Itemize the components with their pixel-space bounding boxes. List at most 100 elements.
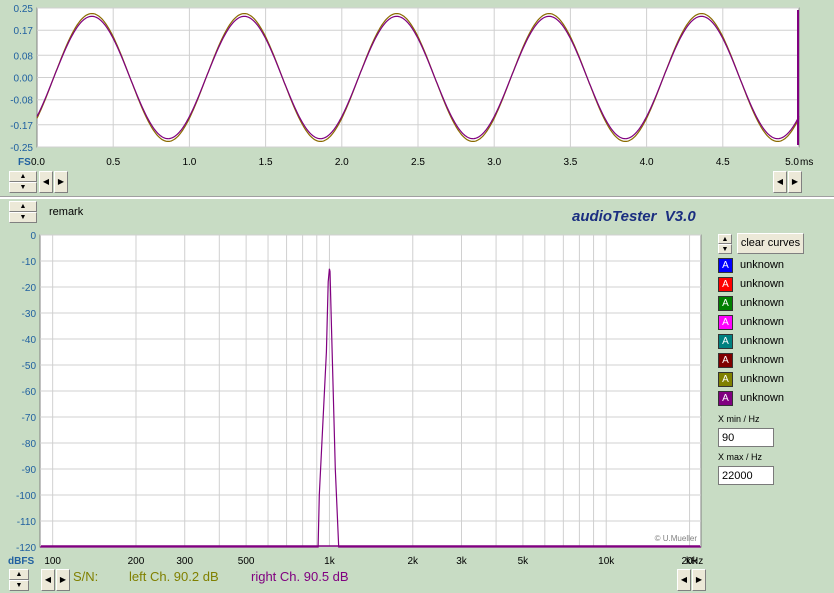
curves-down-button[interactable]: ▼ bbox=[718, 244, 732, 254]
time-y-tick: -0.08 bbox=[10, 96, 33, 107]
frequency-plot: 0 -10 -20 -30 -40 -50 -60 -70 -80 -90 -100 -110 -120… bbox=[8, 231, 703, 567]
freq-y-tick: -50 bbox=[22, 361, 37, 372]
legend-item[interactable]: Aunknown bbox=[718, 294, 784, 312]
curve-color-icon[interactable]: A bbox=[718, 314, 733, 330]
freq-x-tick: 2k bbox=[407, 556, 419, 567]
legend-label: unknown bbox=[740, 278, 785, 290]
freq-y-tick: -120 bbox=[16, 543, 36, 554]
sn-left-channel: left Ch. 90.2 dB bbox=[129, 569, 219, 584]
legend-label: unknown bbox=[740, 373, 785, 385]
freq-x-tick: 200 bbox=[128, 556, 145, 567]
remark-down-button[interactable]: ▼ bbox=[9, 212, 37, 223]
freq-unit-label: kHz bbox=[686, 556, 703, 567]
time-scale-spinner[interactable]: ▲ ▼ bbox=[9, 171, 37, 193]
time-scale-up-button[interactable]: ▲ bbox=[9, 171, 37, 182]
time-scale-down-button[interactable]: ▼ bbox=[9, 182, 37, 193]
freq-y-tick: -110 bbox=[17, 517, 37, 528]
time-end-left-button[interactable]: ◀ bbox=[773, 171, 787, 193]
time-y-tick: 0.00 bbox=[14, 74, 34, 85]
freq-y-tick: 0 bbox=[30, 231, 36, 242]
curve-color-icon[interactable]: A bbox=[718, 257, 733, 273]
freq-y-tick: -70 bbox=[22, 413, 37, 424]
legend-label: unknown bbox=[740, 259, 785, 271]
freq-y-tick: -100 bbox=[16, 491, 36, 502]
time-y-ticks: 0.25 0.17 0.08 0.00 -0.08 -0.17 -0.25 bbox=[10, 4, 33, 154]
time-y-tick: 0.08 bbox=[14, 51, 34, 62]
freq-x-tick: 3k bbox=[456, 556, 468, 567]
curves-spinner[interactable]: ▲ ▼ bbox=[718, 234, 732, 254]
legend-item[interactable]: Aunknown bbox=[718, 351, 784, 369]
time-x-tick: 2.0 bbox=[335, 157, 349, 168]
freq-y-tick: -10 bbox=[22, 257, 37, 268]
x-max-label: X max / Hz bbox=[718, 452, 763, 462]
time-x-tick: 3.5 bbox=[563, 157, 577, 168]
freq-x-tick: 10k bbox=[598, 556, 615, 567]
freq-scroll-right-button[interactable]: ▶ bbox=[56, 569, 70, 591]
remark-label: remark bbox=[49, 206, 84, 218]
time-scroll-left-button[interactable]: ◀ bbox=[39, 171, 53, 193]
freq-end-left-button[interactable]: ◀ bbox=[677, 569, 691, 591]
curve-color-icon[interactable]: A bbox=[718, 352, 733, 368]
time-y-tick: 0.17 bbox=[14, 26, 34, 37]
freq-y-tick: -40 bbox=[22, 335, 37, 346]
section-divider bbox=[0, 196, 834, 199]
curve-color-icon[interactable]: A bbox=[718, 333, 733, 349]
time-x-tick: 2.5 bbox=[411, 157, 425, 168]
time-end-right-button[interactable]: ▶ bbox=[788, 171, 802, 193]
time-x-tick: 4.0 bbox=[640, 157, 654, 168]
x-min-input[interactable] bbox=[718, 428, 774, 447]
legend-item[interactable]: Aunknown bbox=[718, 332, 784, 350]
freq-y-ticks: 0 -10 -20 -30 -40 -50 -60 -70 -80 -90 -100 -110 -120 bbox=[16, 231, 36, 554]
dbfs-label: dBFS bbox=[8, 556, 34, 567]
freq-y-tick: -60 bbox=[22, 387, 37, 398]
legend-label: unknown bbox=[740, 297, 785, 309]
remark-spinner[interactable]: ▲ ▼ bbox=[9, 201, 37, 223]
time-y-tick: -0.25 bbox=[10, 143, 33, 154]
freq-x-tick: 300 bbox=[176, 556, 193, 567]
time-plot: 0.25 0.17 0.08 0.00 -0.08 -0.17 -0.25 0.0 0.5 1.… bbox=[10, 4, 813, 168]
freq-scale-down-button[interactable]: ▼ bbox=[9, 580, 29, 591]
legend-label: unknown bbox=[740, 335, 785, 347]
curve-color-icon[interactable]: A bbox=[718, 295, 733, 311]
freq-x-tick: 500 bbox=[238, 556, 255, 567]
time-y-tick: 0.25 bbox=[14, 4, 34, 15]
legend-label: unknown bbox=[740, 354, 785, 366]
freq-x-tick: 1k bbox=[324, 556, 336, 567]
x-max-input[interactable] bbox=[718, 466, 774, 485]
sn-label: S/N: bbox=[73, 569, 99, 584]
time-y-tick: -0.17 bbox=[10, 121, 33, 132]
freq-y-tick: -90 bbox=[22, 465, 37, 476]
x-min-label: X min / Hz bbox=[718, 414, 760, 424]
legend-item[interactable]: Aunknown bbox=[718, 313, 784, 331]
freq-y-tick: -30 bbox=[22, 309, 37, 320]
curve-color-icon[interactable]: A bbox=[718, 390, 733, 406]
legend-item[interactable]: Aunknown bbox=[718, 389, 784, 407]
freq-x-tick: 5k bbox=[518, 556, 530, 567]
legend-label: unknown bbox=[740, 392, 785, 404]
remark-up-button[interactable]: ▲ bbox=[9, 201, 37, 212]
legend-item[interactable]: Aunknown bbox=[718, 256, 784, 274]
curve-color-icon[interactable]: A bbox=[718, 276, 733, 292]
freq-y-tick: -20 bbox=[22, 283, 37, 294]
curve-color-icon[interactable]: A bbox=[718, 371, 733, 387]
freq-scale-spinner[interactable]: ▲ ▼ bbox=[9, 569, 29, 591]
time-x-tick: 0.5 bbox=[106, 157, 120, 168]
time-x-tick: 4.5 bbox=[716, 157, 730, 168]
freq-end-right-button[interactable]: ▶ bbox=[692, 569, 706, 591]
copyright-label: © U.Mueller bbox=[655, 534, 698, 543]
time-x-tick: 5.0 bbox=[785, 157, 799, 168]
legend-item[interactable]: Aunknown bbox=[718, 275, 784, 293]
fs-label: FS bbox=[18, 157, 31, 168]
freq-scale-up-button[interactable]: ▲ bbox=[9, 569, 29, 580]
freq-y-tick: -80 bbox=[22, 439, 37, 450]
time-x-tick: 3.0 bbox=[487, 157, 501, 168]
time-scroll-right-button[interactable]: ▶ bbox=[54, 171, 68, 193]
time-unit-label: ms bbox=[800, 157, 813, 168]
freq-scroll-left-button[interactable]: ◀ bbox=[41, 569, 55, 591]
time-x-tick: 1.5 bbox=[259, 157, 273, 168]
clear-curves-button[interactable]: clear curves bbox=[737, 233, 804, 254]
freq-x-ticks: 100 200 300 500 1k 2k 3k 5k 10k 20k bbox=[44, 556, 698, 567]
curves-up-button[interactable]: ▲ bbox=[718, 234, 732, 244]
freq-x-tick: 100 bbox=[44, 556, 61, 567]
legend-item[interactable]: Aunknown bbox=[718, 370, 784, 388]
